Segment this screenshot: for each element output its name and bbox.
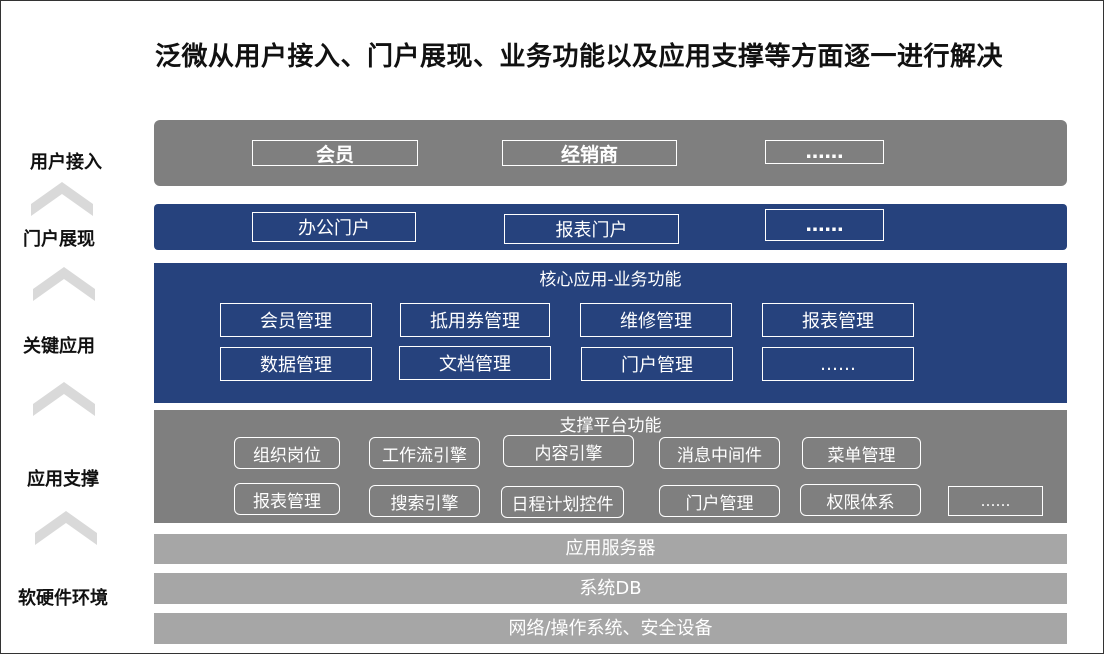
core-item-data-mgmt: 数据管理	[220, 347, 372, 381]
portal-item-more: ……	[765, 209, 884, 241]
user-access-item-more: ……	[765, 140, 884, 164]
support-item-menu-mgmt: 菜单管理	[802, 437, 921, 469]
core-item-member-mgmt: 会员管理	[220, 303, 372, 337]
portal-band: 办公门户 报表门户 ……	[154, 204, 1067, 250]
support-item-report-mgmt: 报表管理	[234, 483, 340, 515]
chevron-up-icon	[31, 182, 93, 216]
support-platform-title: 支撑平台功能	[559, 416, 662, 436]
support-item-org-position: 组织岗位	[234, 437, 340, 469]
side-label-hw-sw-env: 软硬件环境	[18, 588, 108, 609]
core-item-report-mgmt: 报表管理	[762, 303, 914, 337]
side-label-portal: 门户展现	[23, 229, 95, 250]
infra-system-db: 系统DB	[154, 573, 1067, 604]
support-item-portal-mgmt: 门户管理	[659, 485, 780, 517]
core-item-portal-mgmt: 门户管理	[581, 347, 733, 381]
portal-item-report: 报表门户	[504, 214, 679, 244]
support-item-content-engine: 内容引擎	[503, 435, 634, 467]
support-item-schedule-control: 日程计划控件	[501, 486, 624, 518]
core-item-more: ……	[762, 347, 914, 381]
support-item-message-middleware: 消息中间件	[659, 437, 780, 469]
chevron-up-icon	[33, 382, 95, 416]
support-item-permission-system: 权限体系	[800, 484, 921, 516]
side-label-key-apps: 关键应用	[23, 336, 95, 357]
infra-network-os-security: 网络/操作系统、安全设备	[154, 613, 1067, 644]
chevron-up-icon	[33, 267, 95, 301]
infra-app-server: 应用服务器	[154, 534, 1067, 564]
core-item-repair-mgmt: 维修管理	[580, 303, 732, 337]
support-item-search-engine: 搜索引擎	[369, 485, 480, 517]
support-item-workflow-engine: 工作流引擎	[369, 437, 480, 469]
core-app-title: 核心应用-业务功能	[539, 270, 682, 290]
portal-item-office: 办公门户	[252, 212, 416, 242]
support-item-more: ……	[948, 486, 1043, 516]
user-access-item-member: 会员	[252, 140, 418, 166]
side-label-user-access: 用户接入	[30, 152, 102, 173]
core-item-doc-mgmt: 文档管理	[399, 346, 551, 380]
user-access-item-dealer: 经销商	[502, 140, 677, 166]
chevron-up-icon	[35, 511, 97, 545]
core-app-band: 核心应用-业务功能 会员管理 抵用券管理 维修管理 报表管理 数据管理 文档管理…	[154, 263, 1067, 403]
page-title: 泛微从用户接入、门户展现、业务功能以及应用支撑等方面逐一进行解决	[155, 42, 1004, 72]
core-item-voucher-mgmt: 抵用券管理	[400, 303, 550, 337]
support-platform-band: 支撑平台功能 组织岗位 工作流引擎 内容引擎 消息中间件 菜单管理 报表管理 搜…	[154, 410, 1067, 523]
user-access-band: 会员 经销商 ……	[154, 120, 1067, 186]
side-label-app-support: 应用支撑	[27, 469, 99, 490]
